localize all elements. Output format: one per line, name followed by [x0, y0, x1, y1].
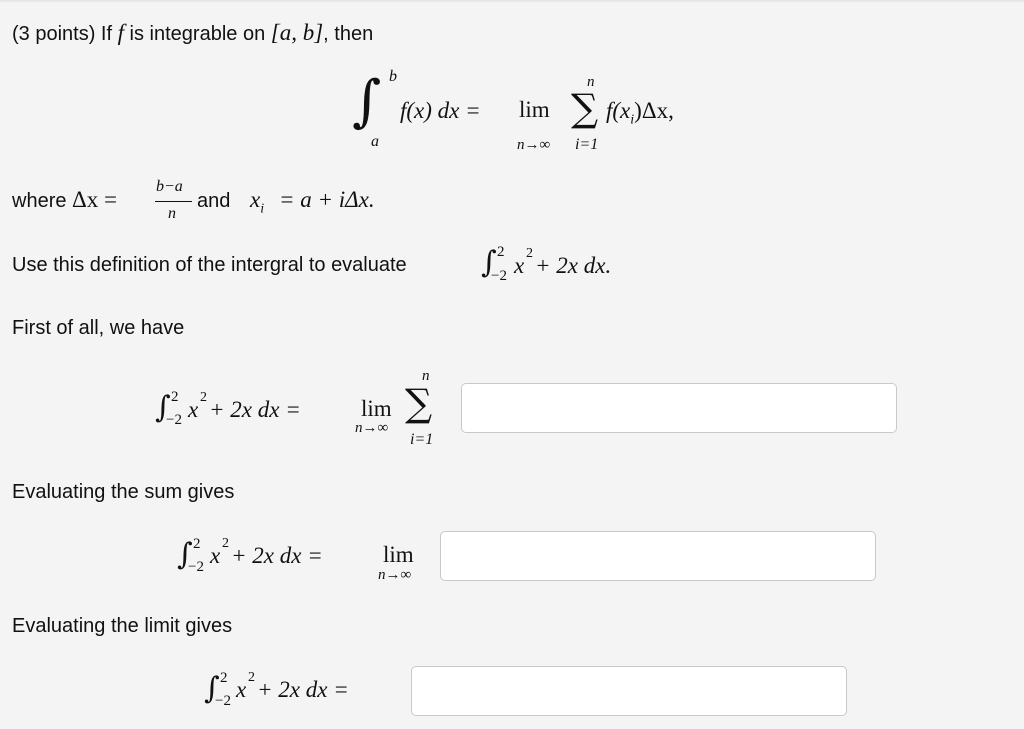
xi-text: x — [250, 187, 261, 212]
step2-x: x — [210, 543, 221, 568]
step2-lim: lim — [383, 542, 414, 567]
step1-int-upper: 2 — [171, 389, 179, 405]
fraction-bar — [155, 201, 192, 202]
step3-answer-input[interactable] — [411, 666, 847, 716]
step2-lim-sub: n→∞ — [378, 567, 412, 583]
step1-int-lower: −2 — [166, 412, 182, 428]
fraction-denominator: n — [168, 205, 176, 222]
definition-sum-body: f(xi)Δx, — [606, 98, 674, 129]
step1-exp: 2 — [200, 390, 207, 405]
step3-int-upper: 2 — [220, 670, 228, 686]
sigma-icon: ∑ — [405, 381, 433, 425]
intro-suffix: , then — [323, 23, 374, 45]
step2-int-lower: −2 — [188, 559, 204, 575]
task-exp: 2 — [526, 246, 533, 261]
task-int-lower: −2 — [491, 268, 507, 284]
integral-sign-icon: ∫ — [352, 69, 382, 134]
step1-rest: + 2x dx = — [209, 397, 301, 422]
integral-upper: b — [389, 68, 397, 85]
step1-label: First of all, we have — [12, 317, 185, 339]
step2-rest: + 2x dx = — [231, 543, 323, 568]
sum-tail: )Δx, — [634, 98, 674, 123]
xi-sub: i — [260, 201, 265, 217]
definition-sum-lower: i=1 — [575, 136, 599, 153]
intro-line: (3 points) If f is integrable on [a, b],… — [12, 21, 373, 46]
delta-x-eq: Δx = — [72, 187, 118, 212]
sigma-icon: ∑ — [571, 86, 599, 130]
step2-exp: 2 — [222, 536, 229, 551]
task-text: Use this definition of the intergral to … — [12, 254, 407, 276]
intro-mid: is integrable on — [124, 23, 271, 45]
fraction-numerator: b−a — [156, 178, 183, 195]
definition-lim: lim — [519, 97, 550, 122]
definition-integrand: f(x) dx = — [400, 98, 481, 123]
step1-lim-sub: n→∞ — [355, 420, 389, 436]
step3-rest: + 2x dx = — [257, 677, 349, 702]
step3-exp: 2 — [248, 670, 255, 685]
intro-prefix: (3 points) If — [12, 23, 118, 45]
step3-x: x — [236, 677, 247, 702]
task-rest: + 2x dx. — [535, 253, 612, 278]
integral-lower: a — [371, 133, 379, 150]
task-x: x — [514, 253, 525, 278]
definition-lim-sub: n→∞ — [517, 137, 551, 153]
top-border — [0, 0, 1024, 3]
task-int-upper: 2 — [497, 244, 505, 260]
step1-lim: lim — [361, 396, 392, 421]
where-prefix: where — [12, 190, 67, 212]
where-and: and — [197, 190, 231, 212]
step1-answer-input[interactable] — [461, 383, 897, 433]
step1-x: x — [188, 397, 199, 422]
step2-answer-input[interactable] — [440, 531, 876, 581]
step3-int-lower: −2 — [215, 693, 231, 709]
xi-var: xi — [250, 187, 264, 218]
step2-label: Evaluating the sum gives — [12, 481, 235, 503]
interval: [a, b] — [270, 20, 324, 45]
xi-definition: = a + iΔx. — [279, 187, 375, 212]
step2-int-upper: 2 — [193, 536, 201, 552]
step1-sum-lower: i=1 — [410, 431, 434, 448]
sum-body-text: f(x — [606, 98, 631, 123]
step3-label: Evaluating the limit gives — [12, 615, 233, 637]
